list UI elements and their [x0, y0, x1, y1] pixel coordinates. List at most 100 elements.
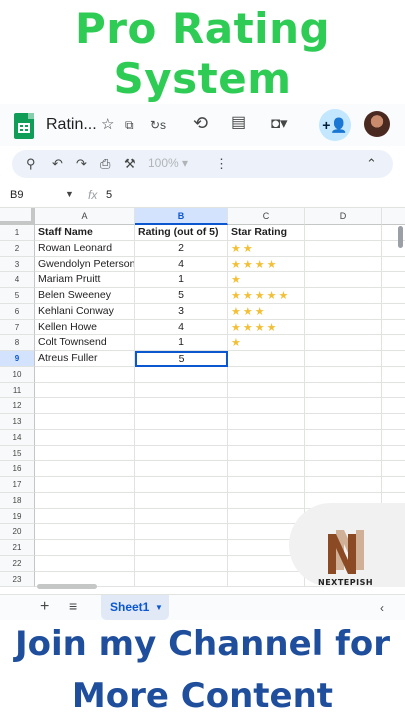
- header-cell[interactable]: Rating (out of 5): [135, 225, 228, 241]
- header-cell[interactable]: Staff Name: [35, 225, 135, 241]
- cell[interactable]: [228, 571, 305, 588]
- chevron-left-icon[interactable]: ‹: [380, 601, 384, 615]
- row-header[interactable]: 23: [0, 571, 35, 588]
- row-header[interactable]: 18: [0, 492, 35, 509]
- row-header[interactable]: 21: [0, 540, 35, 556]
- cell[interactable]: [135, 414, 228, 430]
- cell[interactable]: [135, 477, 228, 493]
- document-title[interactable]: Ratin...: [46, 116, 97, 134]
- cell[interactable]: [228, 445, 305, 462]
- cell[interactable]: [35, 477, 135, 493]
- vertical-scrollbar[interactable]: [398, 226, 403, 248]
- cell[interactable]: [305, 429, 382, 446]
- sheet-tab-sheet1[interactable]: Sheet1 ▼: [101, 595, 169, 620]
- column-header-c[interactable]: C: [228, 208, 305, 225]
- sheets-logo-icon[interactable]: [14, 113, 34, 139]
- cell[interactable]: [35, 492, 135, 509]
- row-header[interactable]: 8: [0, 335, 35, 351]
- cell[interactable]: [35, 382, 135, 399]
- row-header[interactable]: 15: [0, 445, 35, 462]
- cell[interactable]: [305, 398, 382, 414]
- row-header[interactable]: 9: [0, 351, 35, 367]
- cell[interactable]: [135, 429, 228, 446]
- cell[interactable]: [35, 366, 135, 383]
- row-header[interactable]: 19: [0, 508, 35, 525]
- cloud-sync-icon[interactable]: ↻s: [150, 115, 166, 135]
- cell[interactable]: [35, 508, 135, 525]
- collapse-toolbar-icon[interactable]: ⌃: [366, 155, 377, 173]
- cell[interactable]: [135, 461, 228, 477]
- rating-cell[interactable]: 1: [135, 335, 228, 351]
- row-header[interactable]: 1: [0, 225, 35, 241]
- cell[interactable]: [228, 414, 305, 430]
- row-header[interactable]: 11: [0, 382, 35, 399]
- cell[interactable]: [135, 492, 228, 509]
- star-rating-cell[interactable]: ★★: [228, 240, 305, 257]
- staff-name-cell[interactable]: Gwendolyn Peterson: [35, 256, 135, 273]
- rating-cell[interactable]: 4: [135, 256, 228, 273]
- cell[interactable]: [35, 524, 135, 540]
- cell[interactable]: [382, 430, 405, 446]
- cell[interactable]: [382, 367, 405, 383]
- meet-video-icon[interactable]: ◘▾: [271, 114, 288, 134]
- cell[interactable]: [135, 571, 228, 588]
- redo-icon[interactable]: ↷: [76, 155, 87, 173]
- column-header-e[interactable]: [382, 208, 405, 225]
- cell[interactable]: [228, 508, 305, 525]
- undo-icon[interactable]: ↶: [52, 155, 63, 173]
- cell[interactable]: [382, 398, 405, 414]
- paint-format-icon[interactable]: ⚒: [124, 155, 136, 173]
- row-header[interactable]: 3: [0, 256, 35, 273]
- rating-cell[interactable]: 3: [135, 303, 228, 320]
- cell[interactable]: [382, 351, 405, 367]
- row-header[interactable]: 14: [0, 429, 35, 446]
- cell[interactable]: [305, 256, 382, 273]
- cell[interactable]: [305, 288, 382, 304]
- more-options-icon[interactable]: ⋮: [215, 155, 228, 173]
- cell[interactable]: [305, 303, 382, 320]
- cell[interactable]: [305, 382, 382, 399]
- row-header[interactable]: 12: [0, 398, 35, 414]
- cell[interactable]: [135, 398, 228, 414]
- cell[interactable]: [228, 477, 305, 493]
- cell[interactable]: [35, 461, 135, 477]
- name-box[interactable]: B9: [10, 189, 23, 201]
- cell[interactable]: [382, 477, 405, 493]
- cell[interactable]: [382, 257, 405, 273]
- cell[interactable]: [382, 414, 405, 430]
- star-rating-cell[interactable]: ★★★★★: [228, 288, 305, 304]
- share-button[interactable]: +👤: [319, 109, 351, 141]
- all-sheets-button[interactable]: ≡: [69, 598, 77, 614]
- cell[interactable]: [135, 508, 228, 525]
- staff-name-cell[interactable]: Kehlani Conway: [35, 303, 135, 320]
- staff-name-cell[interactable]: Rowan Leonard: [35, 240, 135, 257]
- row-header[interactable]: 16: [0, 461, 35, 477]
- cell[interactable]: [135, 382, 228, 399]
- add-sheet-button[interactable]: +: [40, 598, 49, 616]
- print-icon[interactable]: ⎙: [100, 155, 110, 173]
- search-menus-icon[interactable]: ⚲: [26, 155, 36, 173]
- cell[interactable]: [228, 398, 305, 414]
- row-header[interactable]: 17: [0, 477, 35, 493]
- star-rating-cell[interactable]: ★: [228, 335, 305, 351]
- zoom-select[interactable]: 100% ▾: [148, 156, 188, 170]
- version-history-icon[interactable]: ⟲: [193, 113, 208, 133]
- cell[interactable]: [382, 335, 405, 351]
- row-header[interactable]: 5: [0, 288, 35, 304]
- cell[interactable]: [135, 366, 228, 383]
- cell[interactable]: [228, 429, 305, 446]
- cell[interactable]: [135, 445, 228, 462]
- row-header[interactable]: 22: [0, 555, 35, 572]
- column-header-d[interactable]: D: [305, 208, 382, 225]
- cell[interactable]: [382, 461, 405, 477]
- cell[interactable]: [35, 555, 135, 572]
- cell[interactable]: [35, 540, 135, 556]
- staff-name-cell[interactable]: Kellen Howe: [35, 319, 135, 336]
- cell[interactable]: [305, 272, 382, 288]
- cell[interactable]: [135, 540, 228, 556]
- horizontal-scrollbar[interactable]: [37, 584, 97, 589]
- name-box-dropdown-icon[interactable]: ▼: [65, 189, 74, 199]
- cell[interactable]: [382, 304, 405, 320]
- cell[interactable]: [305, 445, 382, 462]
- row-header[interactable]: 20: [0, 524, 35, 540]
